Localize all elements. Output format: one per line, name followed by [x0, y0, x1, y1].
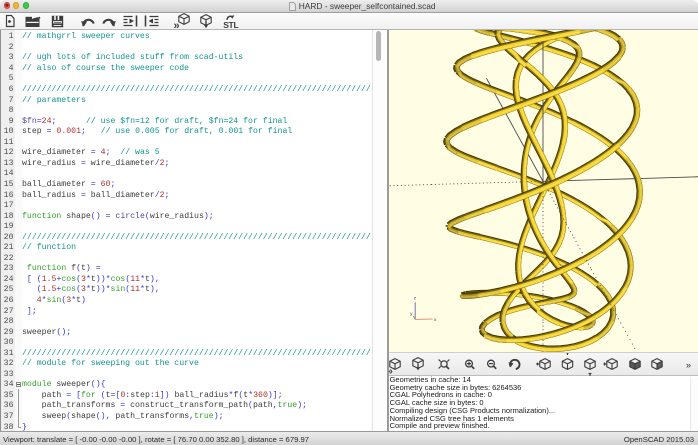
svg-text:z: z	[413, 297, 416, 302]
svg-text:x: x	[434, 318, 437, 323]
svg-text:y: y	[410, 312, 413, 317]
svg-text:»: »	[174, 20, 180, 29]
svg-text:STL: STL	[223, 20, 238, 29]
svg-text:»: »	[686, 360, 691, 370]
